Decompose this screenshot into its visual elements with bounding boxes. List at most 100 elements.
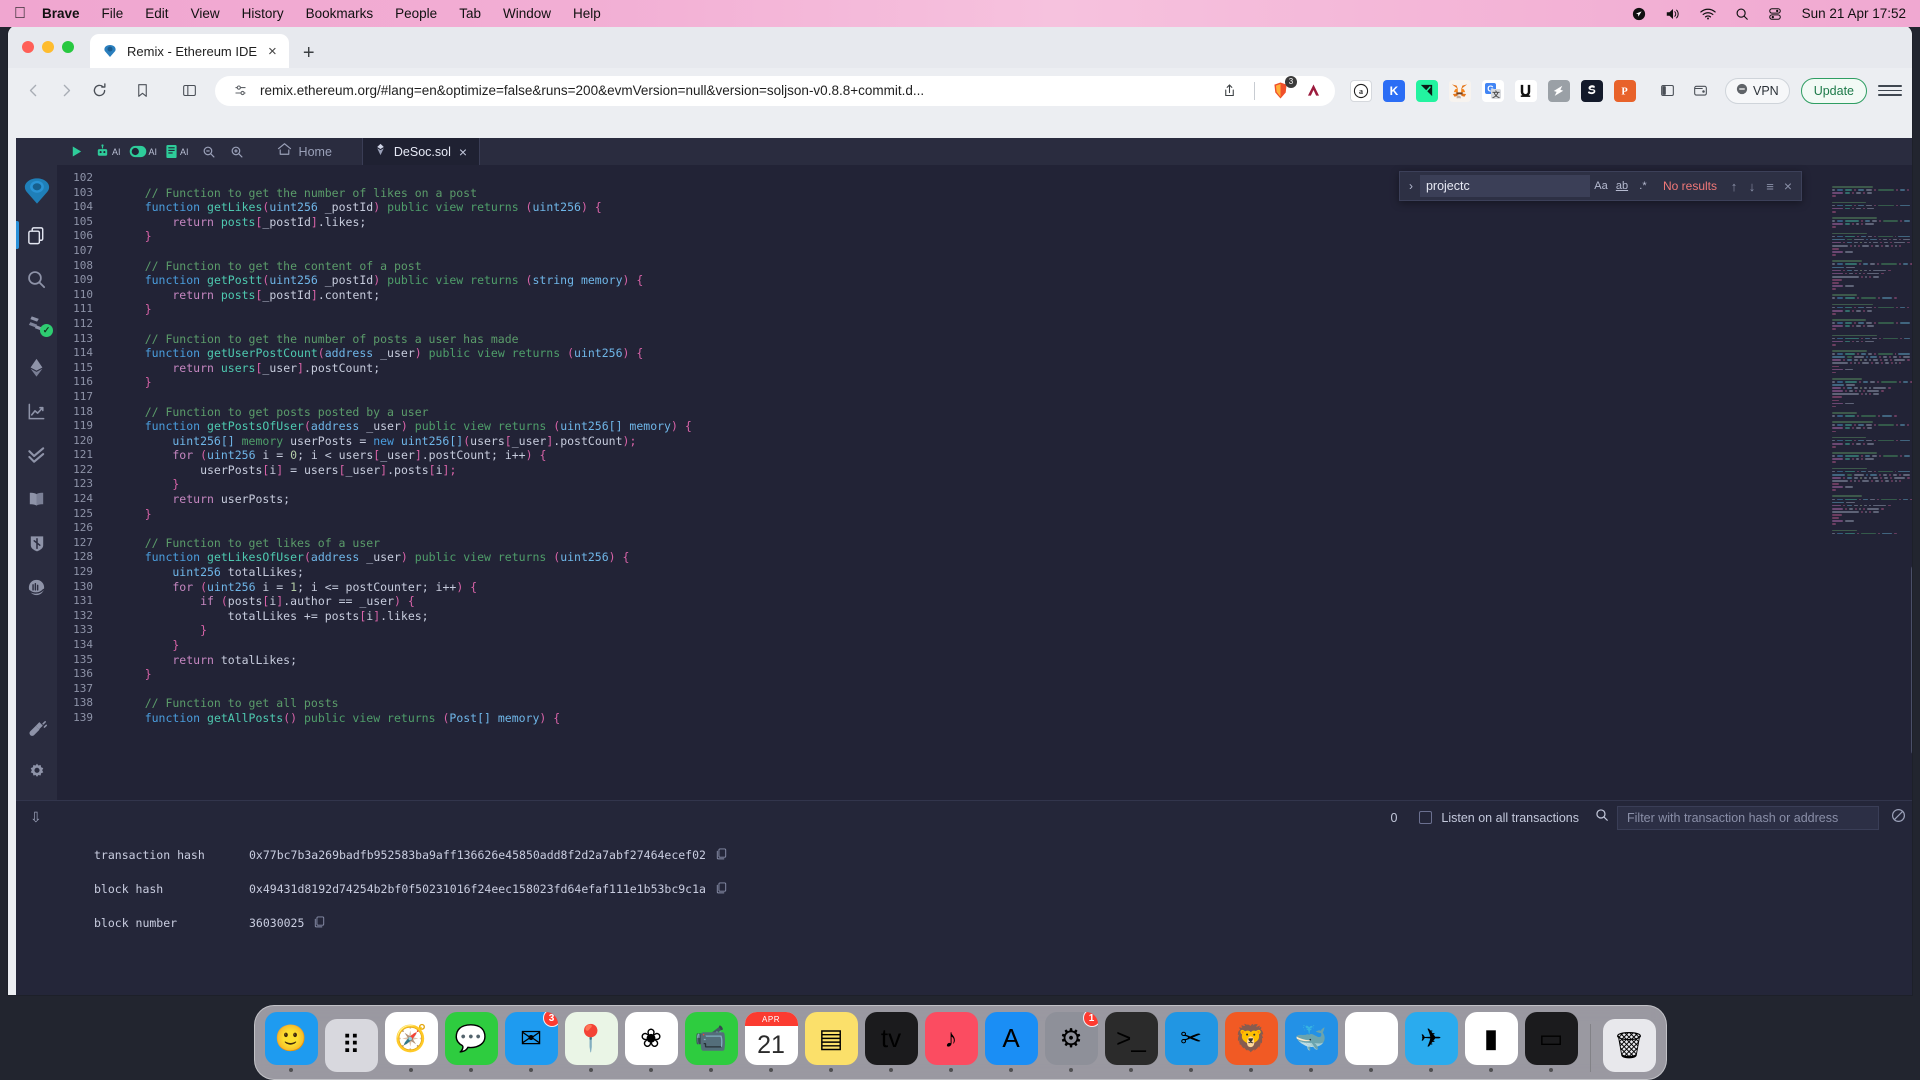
copy-icon[interactable]	[716, 881, 727, 897]
code-line[interactable]	[103, 317, 1912, 332]
code-line[interactable]: }	[103, 667, 1912, 682]
sidebar-item-documentation[interactable]	[16, 477, 57, 521]
code-line[interactable]: // Function to get all posts	[103, 696, 1912, 711]
close-icon[interactable]: ×	[459, 145, 467, 159]
argent-extension-icon[interactable]: a	[1349, 79, 1372, 102]
back-arrow-icon[interactable]	[18, 76, 48, 106]
menu-item-tab[interactable]: Tab	[459, 6, 481, 21]
ai-robot-icon[interactable]: AI	[95, 144, 121, 159]
appstore-icon[interactable]: A	[984, 1012, 1038, 1065]
editor-minimap[interactable]	[1824, 165, 1912, 800]
sidebar-item-file-explorer[interactable]	[16, 213, 57, 257]
calendar-icon[interactable]: APR 21	[744, 1012, 798, 1065]
copy-icon[interactable]	[314, 915, 325, 931]
pinterest-extension-icon[interactable]: P	[1613, 79, 1636, 102]
menubar-clock[interactable]: Sun 21 Apr 17:52	[1802, 6, 1906, 21]
browser-tab[interactable]: Remix - Ethereum IDE ×	[90, 34, 289, 68]
facetime-icon[interactable]: 📹	[684, 1012, 738, 1065]
code-line[interactable]	[103, 682, 1912, 697]
match-case-icon[interactable]: Aa	[1591, 176, 1611, 196]
finder-icon[interactable]: 🙂	[264, 1012, 318, 1065]
mail-icon[interactable]: ✉ 3	[504, 1012, 558, 1065]
ai-document-icon[interactable]: AI	[165, 144, 189, 159]
close-icon[interactable]: ×	[266, 44, 279, 59]
ai-toggle-icon[interactable]: AI	[129, 145, 157, 158]
brave-wallet-icon[interactable]	[1686, 76, 1716, 106]
listen-all-transactions-checkbox[interactable]	[1419, 811, 1433, 824]
sidebar-item-solidity-analyzers[interactable]	[16, 433, 57, 477]
share-icon[interactable]	[1219, 80, 1241, 102]
regex-icon[interactable]: .*	[1633, 176, 1653, 196]
code-line[interactable]: for (uint256 i = 0; i < users[_user].pos…	[103, 448, 1912, 463]
appletv-icon[interactable]: tv	[864, 1012, 918, 1065]
code-line[interactable]	[103, 521, 1912, 536]
scrollbar-thumb[interactable]	[1911, 565, 1912, 755]
code-line[interactable]: // Function to get posts posted by a use…	[103, 405, 1912, 420]
zoom-in-icon[interactable]	[223, 145, 251, 159]
messages-icon[interactable]: 💬	[444, 1012, 498, 1065]
code-line[interactable]: }	[103, 638, 1912, 653]
telegram-icon[interactable]: ✈	[1404, 1012, 1458, 1065]
code-line[interactable]: return posts[_postId].content;	[103, 288, 1912, 303]
system-settings-icon[interactable]: ⚙ 1	[1044, 1012, 1098, 1065]
code-line[interactable]: for (uint256 i = 1; i <= postCounter; i+…	[103, 580, 1912, 595]
maximize-window-button[interactable]	[62, 40, 74, 53]
remix-logo-icon[interactable]	[16, 169, 57, 213]
find-in-selection-icon[interactable]: ≡	[1761, 179, 1779, 194]
location-icon[interactable]	[1632, 7, 1646, 21]
code-content[interactable]: // Function to get the number of likes o…	[103, 165, 1912, 800]
sidebar-item-shield-plugin[interactable]	[16, 521, 57, 565]
hamburger-menu-icon[interactable]	[1878, 79, 1902, 103]
code-line[interactable]: uint256 totalLikes;	[103, 565, 1912, 580]
code-line[interactable]	[103, 390, 1912, 405]
find-widget[interactable]: › Aa ab .* No results ↑ ↓ ≡ ×	[1398, 171, 1802, 201]
menu-item-view[interactable]: View	[191, 6, 220, 21]
code-line[interactable]: userPosts[i] = users[_user].posts[i];	[103, 463, 1912, 478]
code-line[interactable]: // Function to get the number of posts a…	[103, 332, 1912, 347]
code-line[interactable]: return users[_user].postCount;	[103, 361, 1912, 376]
screen-window-icon[interactable]: ▭	[1524, 1012, 1578, 1065]
close-icon[interactable]: ×	[1779, 178, 1797, 194]
chevron-right-icon[interactable]: ›	[1402, 179, 1420, 193]
code-line[interactable]: return totalLikes;	[103, 653, 1912, 668]
code-line[interactable]	[103, 244, 1912, 259]
docker-icon[interactable]: 🐳	[1284, 1012, 1338, 1065]
code-line[interactable]: function getUserPostCount(address _user)…	[103, 346, 1912, 361]
sollet-extension-icon[interactable]	[1580, 79, 1603, 102]
control-center-icon[interactable]	[1768, 7, 1782, 21]
code-line[interactable]: return userPosts;	[103, 492, 1912, 507]
code-line[interactable]: if (posts[i].author == _user) {	[103, 594, 1912, 609]
sidebar-item-circle-plugin[interactable]	[16, 565, 57, 609]
side-panel-icon[interactable]	[174, 76, 204, 106]
home-tab[interactable]: Home	[277, 142, 332, 161]
code-line[interactable]: }	[103, 229, 1912, 244]
phantom-extension-icon[interactable]	[1415, 79, 1438, 102]
safari-icon[interactable]: 🧭	[384, 1012, 438, 1065]
search-input[interactable]	[1419, 175, 1590, 197]
forward-arrow-icon[interactable]	[51, 76, 81, 106]
menu-item-file[interactable]: File	[102, 6, 124, 21]
zoom-out-icon[interactable]	[195, 145, 223, 159]
menu-item-people[interactable]: People	[395, 6, 437, 21]
code-line[interactable]: }	[103, 507, 1912, 522]
code-line[interactable]: function getPostt(uint256 _postId) publi…	[103, 273, 1912, 288]
menu-item-bookmarks[interactable]: Bookmarks	[306, 6, 374, 21]
code-line[interactable]: function getAllPosts() public view retur…	[103, 711, 1912, 726]
bookmark-icon[interactable]	[127, 76, 157, 106]
notes-icon[interactable]: ▤	[804, 1012, 858, 1065]
code-line[interactable]: function getLikesOfUser(address _user) p…	[103, 550, 1912, 565]
sidebar-item-solidity-compiler[interactable]: ✓	[16, 301, 57, 345]
arrow-down-icon[interactable]: ↓	[1743, 179, 1761, 194]
code-line[interactable]: // Function to get likes of a user	[103, 536, 1912, 551]
numbers-icon[interactable]: ▮	[1464, 1012, 1518, 1065]
double-chevron-down-icon[interactable]: ⇩	[30, 809, 52, 826]
sidebar-item-search[interactable]	[16, 257, 57, 301]
vscode-icon[interactable]: ✂	[1164, 1012, 1218, 1065]
minimize-window-button[interactable]	[42, 40, 54, 53]
transaction-filter-input[interactable]: Filter with transaction hash or address	[1617, 805, 1879, 830]
brave-shields-icon[interactable]: 3	[1268, 75, 1297, 104]
photos-icon[interactable]: ❀	[624, 1012, 678, 1065]
maps-icon[interactable]: 📍	[564, 1012, 618, 1065]
menu-item-edit[interactable]: Edit	[145, 6, 168, 21]
code-line[interactable]: uint256[] memory userPosts = new uint256…	[103, 434, 1912, 449]
